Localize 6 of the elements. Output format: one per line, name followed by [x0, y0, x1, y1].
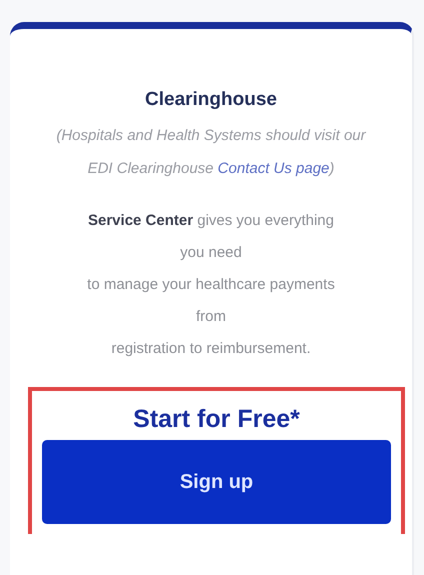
cta-heading: Start for Free* [133, 404, 300, 434]
card-title: Clearinghouse [145, 89, 277, 111]
description-text: Service Center gives you everything you need to manage your healthcare payments from registration to reimbursement. [87, 211, 335, 359]
contact-us-link[interactable]: Contact Us page [218, 160, 330, 177]
sign-up-button[interactable]: Sign up [42, 440, 391, 524]
note-text: (Hospitals and Health Systems should visit our EDI Clearinghouse Contact Us page) [55, 126, 367, 179]
